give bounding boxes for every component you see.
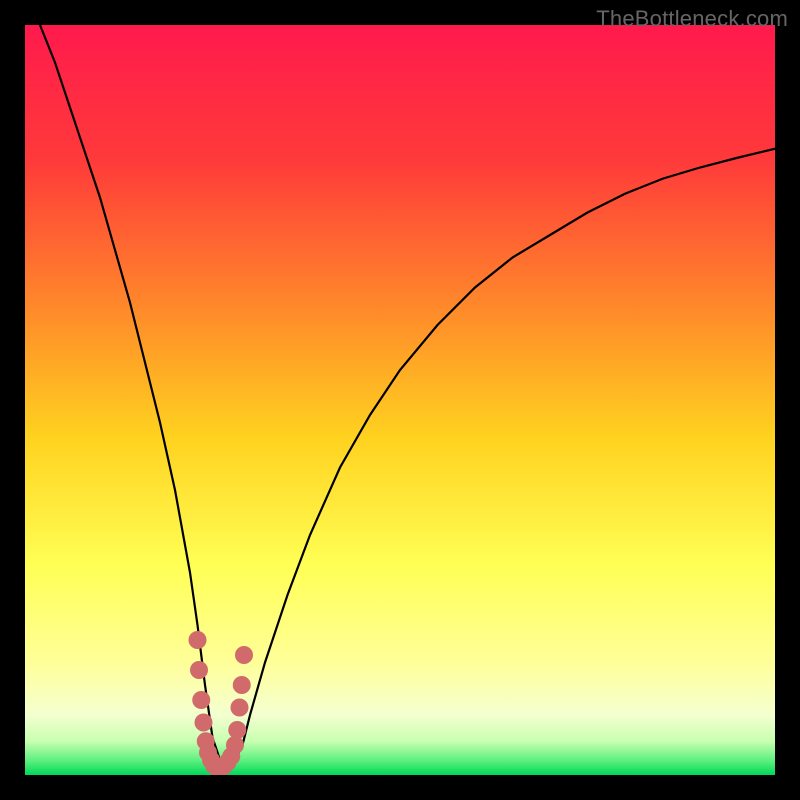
- trough-marker: [190, 661, 208, 679]
- trough-marker: [192, 691, 210, 709]
- trough-marker: [189, 631, 207, 649]
- chart-background-gradient: [25, 25, 775, 775]
- chart-container: [25, 25, 775, 775]
- trough-marker: [195, 714, 213, 732]
- trough-marker: [233, 676, 251, 694]
- watermark-text: TheBottleneck.com: [596, 6, 788, 32]
- trough-marker: [231, 699, 249, 717]
- trough-marker: [228, 721, 246, 739]
- trough-marker: [235, 646, 253, 664]
- bottleneck-chart: [25, 25, 775, 775]
